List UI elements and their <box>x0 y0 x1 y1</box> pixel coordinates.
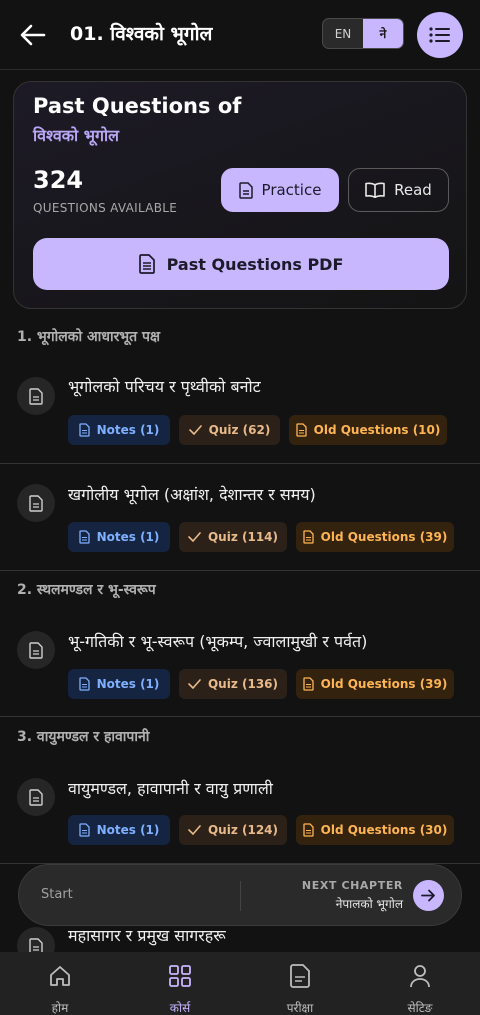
card-subject: विश्वको भूगोल <box>33 126 119 145</box>
nav-label: सेटिङ <box>407 1001 433 1015</box>
divider <box>0 716 480 717</box>
old-questions-chip[interactable]: Old Questions (39) <box>296 522 454 552</box>
past-questions-card: Past Questions of विश्वको भूगोल 324 QUES… <box>13 81 467 309</box>
read-button[interactable]: Read <box>348 168 449 212</box>
notes-label: Notes (1) <box>96 677 160 691</box>
grid-icon <box>168 964 192 988</box>
next-chapter-button[interactable] <box>413 880 444 911</box>
practice-button[interactable]: Practice <box>221 168 339 212</box>
notes-label: Notes (1) <box>96 423 160 437</box>
arrow-right-icon <box>421 889 435 902</box>
nav-label: होम <box>51 1001 69 1015</box>
app-header: 01. विश्वको भूगोल EN ने <box>0 0 480 70</box>
notes-label: Notes (1) <box>96 530 160 544</box>
quiz-label: Quiz (114) <box>207 530 279 544</box>
document-icon <box>29 494 43 512</box>
topic-title[interactable]: वायुमण्डल, हावापानी र वायु प्रणाली <box>68 777 273 799</box>
check-icon <box>188 532 201 542</box>
next-chapter-name: नेपालको भूगोल <box>335 897 403 911</box>
old-questions-chip[interactable]: Old Questions (39) <box>296 669 454 699</box>
page-title: 01. विश्वको भूगोल <box>70 23 213 45</box>
arrow-left-icon <box>20 24 46 46</box>
next-chapter-label: NEXT CHAPTER <box>301 879 403 892</box>
document-icon <box>29 387 43 405</box>
past-questions-pdf-button[interactable]: Past Questions PDF <box>33 238 449 290</box>
divider <box>0 570 480 571</box>
quiz-label: Quiz (124) <box>207 823 279 837</box>
next-chapter-bar: Start NEXT CHAPTER नेपालको भूगोल <box>18 864 462 926</box>
old-questions-label: Old Questions (39) <box>320 677 448 691</box>
practice-label: Practice <box>261 181 322 199</box>
divider <box>0 463 480 464</box>
document-icon <box>29 788 43 806</box>
language-toggle[interactable]: EN ने <box>322 18 404 49</box>
topic-icon <box>17 377 55 415</box>
notes-label: Notes (1) <box>96 823 160 837</box>
document-icon <box>288 964 312 988</box>
separator <box>240 881 241 911</box>
lang-ne-option[interactable]: ने <box>363 19 403 48</box>
document-icon <box>78 823 90 837</box>
nav-item-settings[interactable]: सेटिङ <box>360 952 480 1015</box>
topic-icon <box>17 484 55 522</box>
old-questions-label: Old Questions (39) <box>320 530 448 544</box>
document-icon <box>302 823 314 837</box>
nav-item-exam[interactable]: परीक्षा <box>240 952 360 1015</box>
document-icon <box>302 530 314 544</box>
topic-title[interactable]: भू-गतिकी र भू-स्वरूप (भूकम्प, ज्वालामुखी… <box>68 630 367 652</box>
nav-item-course[interactable]: कोर्स <box>120 952 240 1015</box>
home-icon <box>48 964 72 988</box>
topic-icon <box>17 631 55 669</box>
document-icon <box>78 530 90 544</box>
check-icon <box>188 425 202 435</box>
old-questions-chip[interactable]: Old Questions (10) <box>289 415 447 445</box>
document-icon <box>138 254 155 274</box>
quiz-chip[interactable]: Quiz (62) <box>179 415 280 445</box>
section-title: 1. भूगोलको आधारभूत पक्ष <box>17 329 160 345</box>
topic-title[interactable]: भूगोलको परिचय र पृथ्वीको बनोट <box>68 375 261 397</box>
old-questions-chip[interactable]: Old Questions (30) <box>296 815 454 845</box>
section-title: 3. वायुमण्डल र हावापानी <box>17 729 150 745</box>
questions-count: 324 <box>33 166 84 194</box>
start-label[interactable]: Start <box>41 887 73 902</box>
check-icon <box>188 679 201 689</box>
nav-item-home[interactable]: होम <box>0 952 120 1015</box>
old-questions-label: Old Questions (10) <box>313 423 441 437</box>
menu-button[interactable] <box>417 12 463 58</box>
open-book-icon <box>365 182 385 198</box>
nav-label: परीक्षा <box>286 1001 314 1015</box>
card-title: Past Questions of <box>33 94 242 118</box>
check-icon <box>188 825 201 835</box>
quiz-chip[interactable]: Quiz (136) <box>179 669 287 699</box>
document-icon <box>78 423 90 437</box>
document-icon <box>295 423 307 437</box>
topic-title[interactable]: खगोलीय भूगोल (अक्षांश, देशान्तर र समय) <box>68 483 316 505</box>
topic-icon <box>17 778 55 816</box>
quiz-chip[interactable]: Quiz (114) <box>179 522 287 552</box>
notes-chip[interactable]: Notes (1) <box>68 522 170 552</box>
pdf-label: Past Questions PDF <box>166 254 344 274</box>
notes-chip[interactable]: Notes (1) <box>68 669 170 699</box>
document-icon <box>78 677 90 691</box>
quiz-label: Quiz (136) <box>207 677 279 691</box>
lang-en-option[interactable]: EN <box>323 19 363 48</box>
back-button[interactable] <box>18 18 48 52</box>
document-icon <box>29 641 43 659</box>
quiz-label: Quiz (62) <box>208 423 271 437</box>
document-icon <box>302 677 314 691</box>
old-questions-label: Old Questions (30) <box>320 823 448 837</box>
notes-chip[interactable]: Notes (1) <box>68 815 170 845</box>
section-title: 2. स्थलमण्डल र भू-स्वरूप <box>17 582 156 598</box>
document-icon <box>238 181 253 199</box>
topic-title[interactable]: महासागर र प्रमुख सागरहरू <box>68 924 226 946</box>
nav-label: कोर्स <box>169 1001 191 1015</box>
quiz-chip[interactable]: Quiz (124) <box>179 815 287 845</box>
user-icon <box>408 964 432 988</box>
questions-count-label: QUESTIONS AVAILABLE <box>33 201 178 215</box>
list-icon <box>429 27 450 43</box>
notes-chip[interactable]: Notes (1) <box>68 415 170 445</box>
bottom-navigation: होम कोर्स परीक्षा सेटिङ <box>0 952 480 1015</box>
read-label: Read <box>394 181 432 199</box>
